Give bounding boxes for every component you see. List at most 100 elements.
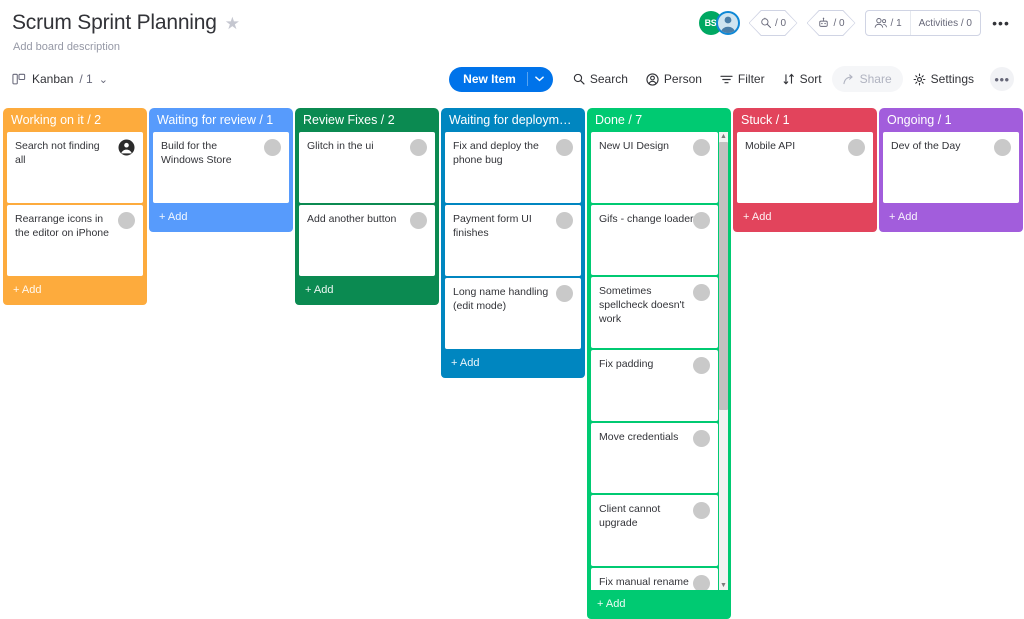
user-photo-icon [718, 13, 738, 33]
toolbar-more-menu-button[interactable]: ••• [990, 67, 1014, 91]
kanban-card[interactable]: Long name handling (edit mode) [445, 278, 581, 349]
column-header[interactable]: Ongoing / 1 [879, 108, 1023, 132]
chevron-down-icon[interactable]: ⌄ [99, 73, 108, 86]
card-title: Fix padding [599, 357, 653, 371]
view-selector-kanban[interactable]: Kanban / 1 ⌄ [12, 72, 108, 86]
new-item-button[interactable]: New Item [449, 67, 553, 92]
people-count: / 1 [891, 18, 902, 29]
add-card-button[interactable]: + Add [3, 276, 147, 305]
column-header[interactable]: Working on it / 2 [3, 108, 147, 132]
avatar-group[interactable]: BS [699, 11, 740, 35]
sort-button[interactable]: Sort [775, 66, 830, 92]
search-button[interactable]: Search [565, 66, 636, 92]
scroll-down-arrow-icon[interactable]: ▼ [720, 581, 727, 590]
gear-icon [913, 73, 926, 86]
kanban-column: Waiting for review / 1Build for the Wind… [149, 108, 293, 232]
settings-button[interactable]: Settings [905, 66, 982, 92]
scrollbar-thumb[interactable] [719, 142, 728, 410]
kanban-card[interactable]: Fix and deploy the phone bug [445, 132, 581, 203]
person-label: Person [664, 72, 702, 86]
kanban-card[interactable]: New UI Design [591, 132, 718, 203]
board-description[interactable]: Add board description [13, 41, 1008, 53]
empty-avatar-icon[interactable] [556, 212, 573, 229]
kanban-card[interactable]: Gifs - change loader [591, 205, 718, 276]
column-scrollbar[interactable]: ▲▼ [719, 132, 728, 590]
column-header[interactable]: Waiting for review / 1 [149, 108, 293, 132]
share-button[interactable]: Share [832, 66, 903, 92]
board-members-button[interactable]: / 1 [866, 11, 910, 35]
column-title: Waiting for deployment /… [449, 113, 577, 127]
card-title: Fix manual rename [599, 575, 689, 589]
kanban-card[interactable]: Client cannot upgrade [591, 495, 718, 566]
add-card-button[interactable]: + Add [879, 203, 1023, 232]
share-label: Share [860, 72, 892, 86]
card-title: Long name handling (edit mode) [453, 285, 549, 313]
star-icon[interactable]: ★ [225, 15, 240, 32]
kanban-card[interactable]: Move credentials [591, 423, 718, 494]
card-title: Client cannot upgrade [599, 502, 695, 530]
column-header[interactable]: Stuck / 1 [733, 108, 877, 132]
kanban-card[interactable]: Build for the Windows Store [153, 132, 289, 203]
add-card-button[interactable]: + Add [441, 349, 585, 378]
empty-avatar-icon[interactable] [118, 212, 135, 229]
kanban-board: Working on it / 2 Search not finding all R… [3, 108, 1024, 603]
kanban-card[interactable]: Mobile API [737, 132, 873, 203]
column-header[interactable]: Review Fixes / 2 [295, 108, 439, 132]
kanban-card[interactable]: Fix padding [591, 350, 718, 421]
activities-button[interactable]: Activities / 0 [911, 11, 980, 35]
card-title: Search not finding all [15, 139, 111, 167]
column-header[interactable]: Waiting for deployment /… [441, 108, 585, 132]
card-title: Add another button [307, 212, 396, 226]
kanban-card[interactable]: Search not finding all [7, 132, 143, 203]
chevron-down-icon[interactable] [535, 76, 544, 82]
card-title: Rearrange icons in the editor on iPhone [15, 212, 111, 240]
kanban-column: Done / 7 New UI DesignGifs - change loade… [587, 108, 731, 619]
filter-button[interactable]: Filter [712, 66, 773, 92]
kanban-card[interactable]: Add another button [299, 205, 435, 276]
empty-avatar-icon[interactable] [693, 284, 710, 301]
kanban-card[interactable]: Glitch in the ui [299, 132, 435, 203]
add-card-button[interactable]: + Add [733, 203, 877, 232]
empty-avatar-icon[interactable] [410, 139, 427, 156]
board-more-menu-button[interactable]: ••• [990, 12, 1012, 34]
empty-avatar-icon[interactable] [556, 139, 573, 156]
empty-avatar-icon[interactable] [264, 139, 281, 156]
person-button[interactable]: Person [638, 66, 710, 92]
new-item-label: New Item [463, 72, 516, 86]
column-cards: Search not finding all Rearrange icons in… [3, 132, 147, 276]
card-title: Payment form UI finishes [453, 212, 549, 240]
empty-avatar-icon[interactable] [693, 139, 710, 156]
person-avatar-icon[interactable] [118, 139, 135, 156]
card-title: Dev of the Day [891, 139, 960, 153]
kanban-card[interactable]: Rearrange icons in the editor on iPhone [7, 205, 143, 276]
empty-avatar-icon[interactable] [848, 139, 865, 156]
toolbar-actions: New Item Search P [449, 62, 1014, 96]
add-card-button[interactable]: + Add [587, 590, 731, 619]
automations-badge[interactable]: / 0 [807, 10, 856, 36]
column-title: Review Fixes / 2 [303, 113, 395, 127]
empty-avatar-icon[interactable] [693, 430, 710, 447]
board-toolbar: Kanban / 1 ⌄ New Item Search [0, 62, 1024, 96]
empty-avatar-icon[interactable] [693, 575, 710, 590]
kanban-board-icon [12, 73, 26, 86]
filter-label: Filter [738, 72, 765, 86]
search-icon [573, 73, 585, 85]
empty-avatar-icon[interactable] [556, 285, 573, 302]
kanban-card[interactable]: Payment form UI finishes [445, 205, 581, 276]
empty-avatar-icon[interactable] [693, 212, 710, 229]
column-header[interactable]: Done / 7 [587, 108, 731, 132]
empty-avatar-icon[interactable] [693, 502, 710, 519]
add-card-button[interactable]: + Add [149, 203, 293, 232]
bug-badge[interactable]: / 0 [749, 10, 798, 36]
kanban-card[interactable]: Sometimes spellcheck doesn't work [591, 277, 718, 348]
add-card-button[interactable]: + Add [295, 276, 439, 305]
empty-avatar-icon[interactable] [693, 357, 710, 374]
avatar[interactable] [716, 11, 740, 35]
column-title: Done / 7 [595, 113, 642, 127]
empty-avatar-icon[interactable] [410, 212, 427, 229]
kanban-card[interactable]: Fix manual rename [591, 568, 718, 590]
kanban-card[interactable]: Dev of the Day [883, 132, 1019, 203]
scroll-up-arrow-icon[interactable]: ▲ [720, 132, 727, 141]
sort-icon [783, 73, 795, 85]
empty-avatar-icon[interactable] [994, 139, 1011, 156]
